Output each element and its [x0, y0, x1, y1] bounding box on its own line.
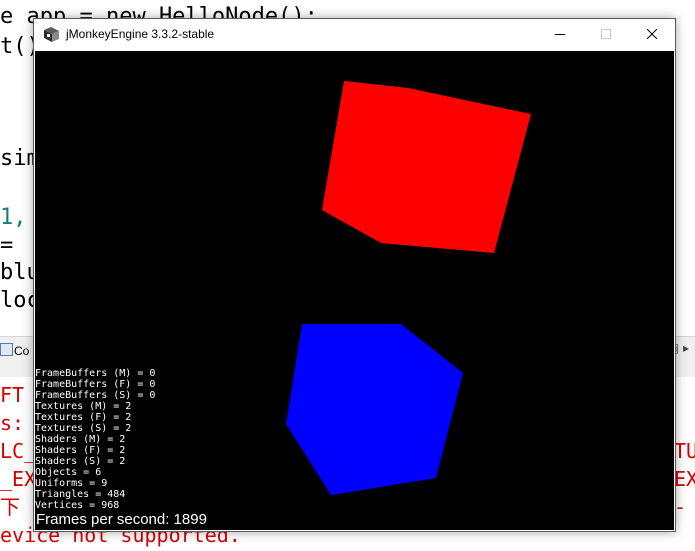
stat-line: Vertices = 968	[35, 500, 120, 511]
close-button[interactable]	[629, 19, 675, 50]
stat-line: Uniforms = 9	[35, 478, 108, 489]
jmonkey-app-icon	[44, 27, 59, 42]
stat-line: Shaders (M) = 2	[35, 434, 126, 445]
stat-line: Objects = 6	[35, 467, 102, 478]
stat-line: Triangles = 484	[35, 489, 126, 500]
fps-counter: Frames per second: 1899	[36, 511, 207, 528]
editor-line-4: 1,	[0, 205, 27, 230]
maximize-icon	[601, 29, 611, 39]
console-right-1: TU	[674, 439, 695, 463]
stat-line: Textures (M) = 2	[35, 401, 132, 412]
stat-line: FrameBuffers (F) = 0	[35, 379, 156, 390]
console-icon	[0, 343, 13, 356]
stats-overlay: FrameBuffers (M) = 0 FrameBuffers (F) = …	[35, 368, 155, 511]
console-line-3: LC_	[0, 439, 37, 463]
console-tab-label[interactable]: Co	[14, 344, 29, 358]
blue-cube	[286, 324, 463, 495]
stat-line: Shaders (S) = 2	[35, 456, 126, 467]
title-bar[interactable]: jMonkeyEngine 3.3.2-stable	[34, 19, 675, 50]
render-viewport[interactable]: FrameBuffers (M) = 0 FrameBuffers (F) = …	[35, 51, 674, 530]
stat-line: FrameBuffers (S) = 0	[35, 390, 156, 401]
console-line-2: s:	[0, 411, 25, 435]
red-cube	[322, 81, 531, 253]
stat-line: FrameBuffers (M) = 0	[35, 368, 156, 379]
console-line-1: FT	[0, 383, 25, 407]
minimize-button[interactable]	[537, 19, 583, 50]
stat-line: Shaders (F) = 2	[35, 445, 126, 456]
maximize-button[interactable]	[583, 19, 629, 50]
editor-line-5: =	[0, 233, 14, 258]
stat-line: Textures (S) = 2	[35, 423, 132, 434]
minimize-icon	[555, 34, 565, 35]
window-title: jMonkeyEngine 3.3.2-stable	[66, 27, 215, 41]
console-line-4: _EX	[0, 467, 37, 491]
close-icon	[647, 29, 657, 39]
stat-line: Textures (F) = 2	[35, 412, 132, 423]
console-right-2: EX	[674, 467, 695, 491]
jmonkey-window: jMonkeyEngine 3.3.2-stable FrameBuffers …	[33, 18, 676, 532]
console-line-5: 下	[0, 495, 20, 519]
